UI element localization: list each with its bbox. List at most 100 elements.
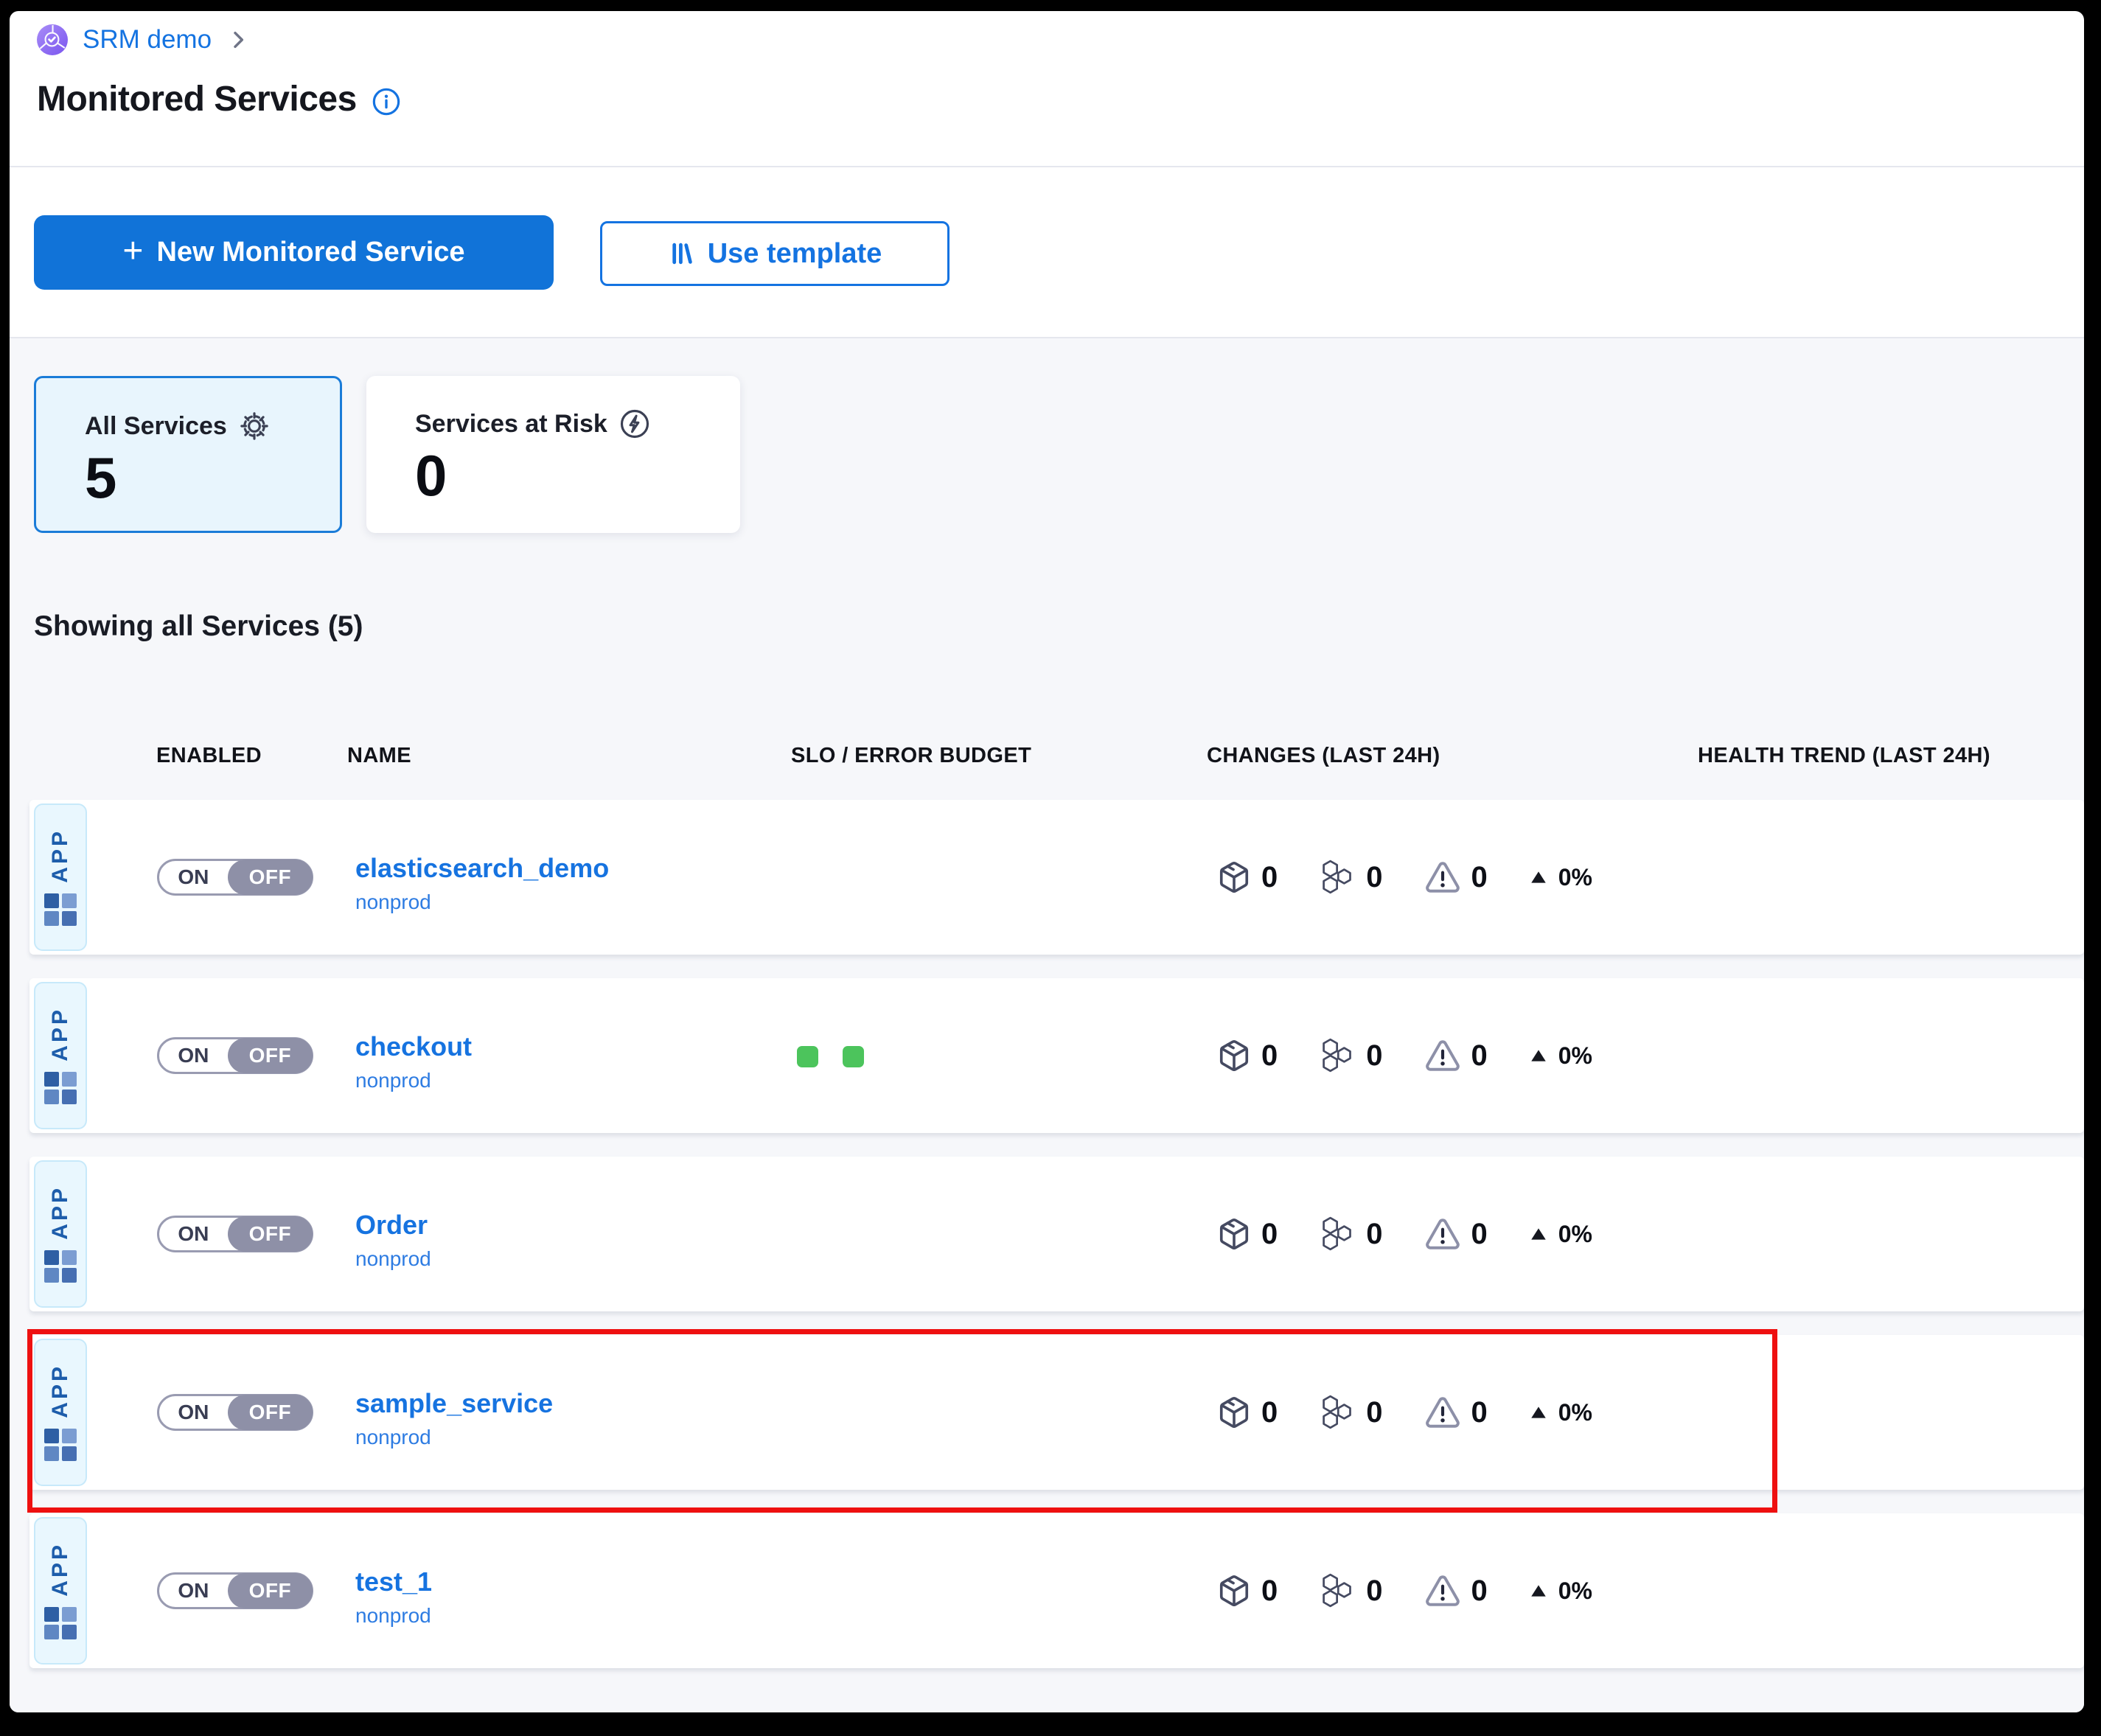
table-row[interactable]: APP ON OFF Order nonprod 0 0 0 0% <box>29 1157 2084 1311</box>
bolt-icon <box>619 408 650 439</box>
toggle-off-label: OFF <box>228 1216 313 1252</box>
enabled-toggle[interactable]: ON OFF <box>157 859 313 896</box>
deployments-count: 0 <box>1261 861 1278 894</box>
service-type-tag: APP <box>34 1160 87 1308</box>
infrastructure-count: 0 <box>1366 1039 1382 1073</box>
service-name-link[interactable]: elasticsearch_demo <box>355 853 609 884</box>
services-at-risk-label: Services at Risk <box>415 410 607 439</box>
alerts-count: 0 <box>1471 1039 1488 1073</box>
col-header-health-trend: HEALTH TREND (LAST 24H) <box>1698 744 1990 768</box>
enabled-toggle[interactable]: ON OFF <box>157 1037 313 1074</box>
apps-grid-icon <box>44 1607 77 1639</box>
breadcrumb-app-link[interactable]: SRM demo <box>83 25 212 55</box>
page-title: Monitored Services <box>37 79 357 119</box>
table-row[interactable]: APP ON OFF sample_service nonprod 0 0 0 … <box>29 1335 2084 1490</box>
monitored-services-page: SRM demo Monitored Services + New Monito… <box>10 11 2084 1712</box>
trend-up-icon <box>1529 1581 1548 1600</box>
infrastructure-count: 0 <box>1366 1396 1382 1429</box>
service-name-link[interactable]: checkout <box>355 1031 472 1062</box>
trend-up-icon <box>1529 1224 1548 1244</box>
chevron-right-icon <box>226 28 250 52</box>
trend-value: 0% <box>1558 1221 1592 1248</box>
alerts-count: 0 <box>1471 861 1488 894</box>
srm-app-avatar <box>37 24 68 55</box>
toggle-off-label: OFF <box>228 1395 313 1430</box>
slo-block-green[interactable] <box>797 1046 818 1067</box>
changes-summary: 0 0 0 0% <box>1217 1513 1592 1668</box>
app-tag-label: APP <box>48 1007 73 1062</box>
infrastructure-count: 0 <box>1366 861 1382 894</box>
alerts-icon <box>1424 1572 1461 1609</box>
deployments-count: 0 <box>1261 1396 1278 1429</box>
infrastructure-icon <box>1319 1216 1356 1252</box>
toggle-on-label: ON <box>159 1039 228 1072</box>
section-title: Showing all Services (5) <box>34 610 363 643</box>
table-row[interactable]: APP ON OFF elasticsearch_demo nonprod 0 … <box>29 800 2084 955</box>
table-row[interactable]: APP ON OFF checkout nonprod 0 0 0 0% <box>29 978 2084 1133</box>
alerts-count: 0 <box>1471 1396 1488 1429</box>
alerts-count: 0 <box>1471 1575 1488 1608</box>
service-name-link[interactable]: test_1 <box>355 1566 432 1597</box>
toggle-off-label: OFF <box>228 1573 313 1608</box>
toggle-off-label: OFF <box>228 860 313 895</box>
service-type-tag: APP <box>34 1517 87 1664</box>
trend-value: 0% <box>1558 1578 1592 1605</box>
trend-up-icon <box>1529 1403 1548 1422</box>
all-services-count: 5 <box>85 449 340 506</box>
col-header-slo: SLO / ERROR BUDGET <box>791 744 1031 768</box>
col-header-changes: CHANGES (LAST 24H) <box>1207 744 1440 768</box>
infrastructure-icon <box>1319 859 1356 896</box>
trend-value: 0% <box>1558 864 1592 891</box>
service-type-tag: APP <box>34 1339 87 1486</box>
toggle-on-label: ON <box>159 861 228 893</box>
app-tag-label: APP <box>48 1364 73 1418</box>
deployments-count: 0 <box>1261 1575 1278 1608</box>
slo-error-budget <box>797 1046 864 1067</box>
deployments-icon <box>1217 1217 1251 1251</box>
template-library-icon <box>668 240 696 268</box>
infrastructure-icon <box>1319 1572 1356 1609</box>
gear-icon <box>239 411 270 442</box>
enabled-toggle[interactable]: ON OFF <box>157 1216 313 1252</box>
info-icon[interactable] <box>372 87 401 116</box>
changes-summary: 0 0 0 0% <box>1217 978 1592 1133</box>
infrastructure-count: 0 <box>1366 1218 1382 1251</box>
enabled-toggle[interactable]: ON OFF <box>157 1572 313 1609</box>
changes-summary: 0 0 0 0% <box>1217 800 1592 955</box>
header-divider <box>10 166 2084 167</box>
service-type-tag: APP <box>34 803 87 951</box>
all-services-card[interactable]: All Services 5 <box>34 376 342 533</box>
breadcrumb: SRM demo <box>37 24 250 55</box>
use-template-button[interactable]: Use template <box>600 221 950 286</box>
app-tag-label: APP <box>48 1185 73 1240</box>
service-env-label: nonprod <box>355 1426 553 1449</box>
app-tag-label: APP <box>48 829 73 883</box>
changes-summary: 0 0 0 0% <box>1217 1335 1592 1490</box>
services-at-risk-card[interactable]: Services at Risk 0 <box>366 376 740 533</box>
infrastructure-icon <box>1319 1394 1356 1431</box>
service-name-link[interactable]: Order <box>355 1210 431 1241</box>
service-env-label: nonprod <box>355 890 609 914</box>
alerts-icon <box>1424 1037 1461 1074</box>
toggle-off-label: OFF <box>228 1038 313 1073</box>
apps-grid-icon <box>44 1072 77 1104</box>
app-tag-label: APP <box>48 1542 73 1597</box>
slo-block-green[interactable] <box>843 1046 864 1067</box>
apps-grid-icon <box>44 1429 77 1461</box>
services-at-risk-count: 0 <box>415 447 740 504</box>
deployments-icon <box>1217 1574 1251 1608</box>
trend-value: 0% <box>1558 1399 1592 1426</box>
alerts-icon <box>1424 1216 1461 1252</box>
new-monitored-service-label: New Monitored Service <box>156 237 464 268</box>
alerts-icon <box>1424 859 1461 896</box>
new-monitored-service-button[interactable]: + New Monitored Service <box>34 215 554 290</box>
deployments-icon <box>1217 1395 1251 1429</box>
infrastructure-icon <box>1319 1037 1356 1074</box>
enabled-toggle[interactable]: ON OFF <box>157 1394 313 1431</box>
col-header-enabled: ENABLED <box>156 744 262 768</box>
deployments-count: 0 <box>1261 1039 1278 1073</box>
trend-value: 0% <box>1558 1042 1592 1070</box>
service-name-link[interactable]: sample_service <box>355 1388 553 1419</box>
table-row[interactable]: APP ON OFF test_1 nonprod 0 0 0 0% <box>29 1513 2084 1668</box>
toggle-on-label: ON <box>159 1396 228 1429</box>
